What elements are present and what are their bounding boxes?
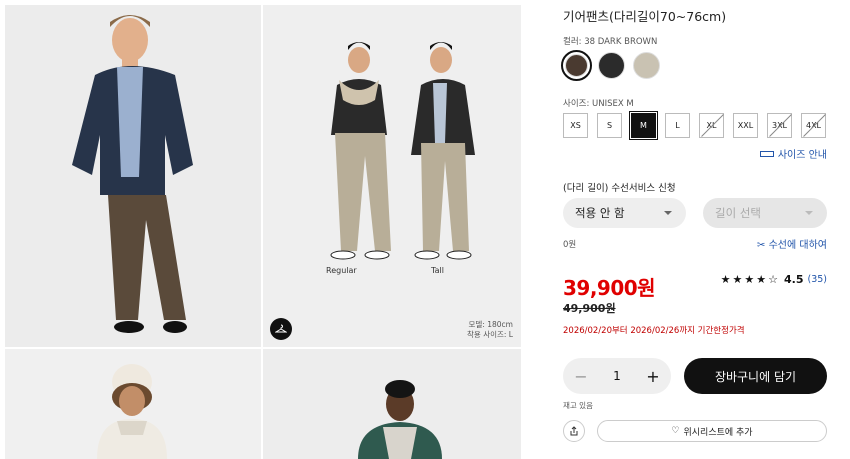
product-image-1[interactable] bbox=[5, 5, 261, 347]
chevron-down-icon bbox=[664, 211, 672, 215]
review-count[interactable]: (35) bbox=[807, 274, 827, 285]
length-select-value: 길이 선택 bbox=[715, 206, 761, 220]
add-to-cart-button[interactable]: 장바구니에 담기 bbox=[684, 358, 827, 394]
share-icon bbox=[570, 426, 578, 436]
hem-about-link[interactable]: ✂ 수선에 대하여 bbox=[757, 236, 827, 251]
model-height: 모델: 180cm bbox=[468, 320, 513, 329]
size-label: 사이즈: UNISEX M bbox=[563, 99, 634, 109]
hem-about-label: 수선에 대하여 bbox=[768, 240, 827, 251]
size-guide-link[interactable]: 사이즈 안내 bbox=[759, 146, 827, 161]
wishlist-button[interactable]: ♡ 위시리스트에 추가 bbox=[597, 420, 827, 442]
size-option-xs[interactable]: XS bbox=[563, 113, 588, 138]
original-price: 49,900원 bbox=[563, 302, 616, 315]
size-option-xxl[interactable]: XXL bbox=[733, 113, 758, 138]
stock-status: 재고 있음 bbox=[563, 401, 593, 410]
heart-icon: ♡ bbox=[671, 426, 680, 436]
quantity-decrease-button[interactable]: − bbox=[573, 367, 589, 386]
quantity-increase-button[interactable]: + bbox=[645, 367, 661, 386]
size-guide-label: 사이즈 안내 bbox=[777, 150, 827, 161]
length-select[interactable]: 길이 선택 bbox=[703, 198, 827, 228]
rating-score: 4.5 bbox=[783, 273, 804, 286]
wishlist-label: 위시리스트에 추가 bbox=[683, 427, 753, 438]
rating[interactable]: ★★★★☆ 4.5 (35) bbox=[721, 273, 827, 286]
hem-option-value: 적용 안 함 bbox=[575, 206, 625, 220]
size-option-xl[interactable]: XL bbox=[699, 113, 724, 138]
size-option-m[interactable]: M bbox=[629, 111, 658, 140]
color-label: 컬러: 38 DARK BROWN bbox=[563, 37, 658, 47]
hem-option-select[interactable]: 적용 안 함 bbox=[563, 198, 686, 228]
hanger-icon[interactable] bbox=[270, 318, 292, 340]
promo-period: 2026/02/20부터 2026/02/26까지 기간한정가격 bbox=[563, 326, 745, 336]
color-swatches bbox=[561, 50, 660, 81]
product-image-4[interactable] bbox=[263, 349, 521, 459]
product-info-panel: 기어팬츠(다리길이70~76cm) 컬러: 38 DARK BROWN 사이즈:… bbox=[561, 0, 833, 459]
color-swatch-beige[interactable] bbox=[633, 52, 660, 79]
color-swatch-dark-brown[interactable] bbox=[561, 50, 592, 81]
chevron-down-icon bbox=[805, 211, 813, 215]
sale-price: 39,900원 bbox=[563, 276, 656, 300]
size-option-4xl[interactable]: 4XL bbox=[801, 113, 826, 138]
product-gallery: Regular Tall 모델: 180cm 착용 사이즈: L bbox=[0, 0, 522, 459]
scissors-icon: ✂ bbox=[757, 240, 766, 251]
caption-tall: Tall bbox=[431, 266, 444, 275]
product-image-3[interactable] bbox=[5, 349, 261, 459]
hem-price: 0원 bbox=[563, 240, 577, 250]
size-option-3xl[interactable]: 3XL bbox=[767, 113, 792, 138]
model-info: 모델: 180cm 착용 사이즈: L bbox=[467, 320, 513, 340]
star-rating-icon: ★★★★☆ bbox=[720, 273, 780, 286]
size-option-s[interactable]: S bbox=[597, 113, 622, 138]
share-button[interactable] bbox=[563, 420, 585, 442]
size-option-l[interactable]: L bbox=[665, 113, 690, 138]
caption-regular: Regular bbox=[326, 266, 357, 275]
color-swatch-black[interactable] bbox=[598, 52, 625, 79]
quantity-stepper: − 1 + bbox=[563, 358, 671, 394]
size-options: XS S M L XL XXL 3XL 4XL bbox=[563, 111, 826, 140]
model-size: 착용 사이즈: L bbox=[467, 330, 513, 339]
ruler-icon bbox=[759, 150, 774, 157]
product-image-2[interactable] bbox=[263, 5, 521, 347]
quantity-value[interactable]: 1 bbox=[613, 369, 621, 383]
hem-service-label: (다리 길이) 수선서비스 신청 bbox=[563, 183, 676, 194]
product-title: 기어팬츠(다리길이70~76cm) bbox=[563, 9, 727, 24]
